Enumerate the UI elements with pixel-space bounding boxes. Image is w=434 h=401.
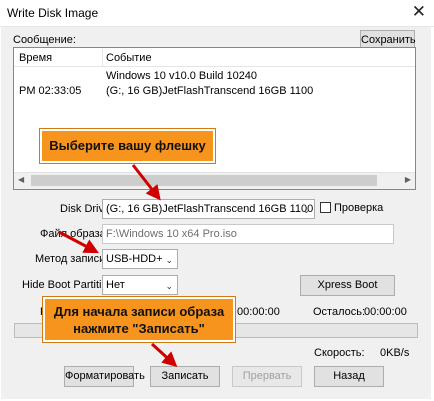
speed-value: 0KB/s bbox=[380, 347, 410, 359]
format-button[interactable]: Форматировать bbox=[64, 366, 145, 387]
back-button[interactable]: Назад bbox=[314, 366, 384, 387]
chevron-down-icon: ⌄ bbox=[165, 255, 173, 265]
abort-button[interactable]: Прервать bbox=[232, 366, 302, 387]
remaining-time: 00:00:00 bbox=[364, 306, 407, 318]
window-title: Write Disk Image bbox=[7, 6, 99, 20]
log-row-event: (G:, 16 GB)JetFlashTranscend 16GB 1100 bbox=[106, 85, 314, 97]
image-file-label: Файл образа: bbox=[40, 228, 109, 240]
scroll-right-icon[interactable]: ▶ bbox=[405, 175, 411, 184]
disk-drive-value: (G:, 16 GB)JetFlashTranscend 16GB 1100 bbox=[106, 203, 314, 215]
write-button[interactable]: Записать bbox=[150, 366, 220, 387]
log-column-time: Время bbox=[19, 52, 53, 64]
scroll-left-icon[interactable]: ◀ bbox=[18, 175, 24, 184]
title-bar: Write Disk Image ✕ bbox=[0, 0, 434, 27]
xpress-boot-button[interactable]: Xpress Boot bbox=[300, 275, 395, 296]
close-icon[interactable]: ✕ bbox=[412, 2, 426, 22]
log-column-event: Событие bbox=[106, 52, 152, 64]
write-method-label: Метод записи: bbox=[35, 253, 109, 265]
scrollbar-thumb[interactable] bbox=[31, 175, 377, 186]
elapsed-time: 00:00:00 bbox=[237, 306, 280, 318]
chevron-down-icon: ⌄ bbox=[302, 205, 310, 215]
write-method-select[interactable]: USB-HDD+ ⌄ bbox=[102, 249, 178, 269]
remaining-label: Осталось: bbox=[313, 306, 366, 318]
hide-boot-select[interactable]: Нет ⌄ bbox=[102, 275, 178, 295]
column-divider bbox=[102, 49, 103, 66]
disk-drive-select[interactable]: (G:, 16 GB)JetFlashTranscend 16GB 1100 ⌄ bbox=[102, 199, 315, 219]
log-row-time: PM 02:33:05 bbox=[19, 85, 82, 97]
chevron-down-icon: ⌄ bbox=[165, 281, 173, 291]
log-label: Сообщение: bbox=[13, 34, 76, 46]
verify-checkbox[interactable] bbox=[320, 202, 331, 213]
callout-start-write: Для начала записи образа нажмите "Записа… bbox=[42, 296, 236, 343]
write-method-value: USB-HDD+ bbox=[106, 253, 163, 265]
log-row-event: Windows 10 v10.0 Build 10240 bbox=[106, 70, 258, 82]
hide-boot-value: Нет bbox=[106, 279, 125, 291]
callout-select-drive: Выберите вашу флешку bbox=[39, 128, 216, 164]
speed-label: Скорость: bbox=[314, 347, 365, 359]
header-divider bbox=[14, 66, 415, 67]
image-file-field[interactable]: F:\Windows 10 x64 Pro.iso bbox=[102, 224, 394, 244]
log-list[interactable]: Время Событие Windows 10 v10.0 Build 102… bbox=[13, 47, 416, 190]
horizontal-scrollbar[interactable]: ◀ ▶ bbox=[14, 172, 415, 189]
verify-label: Проверка bbox=[334, 202, 384, 214]
